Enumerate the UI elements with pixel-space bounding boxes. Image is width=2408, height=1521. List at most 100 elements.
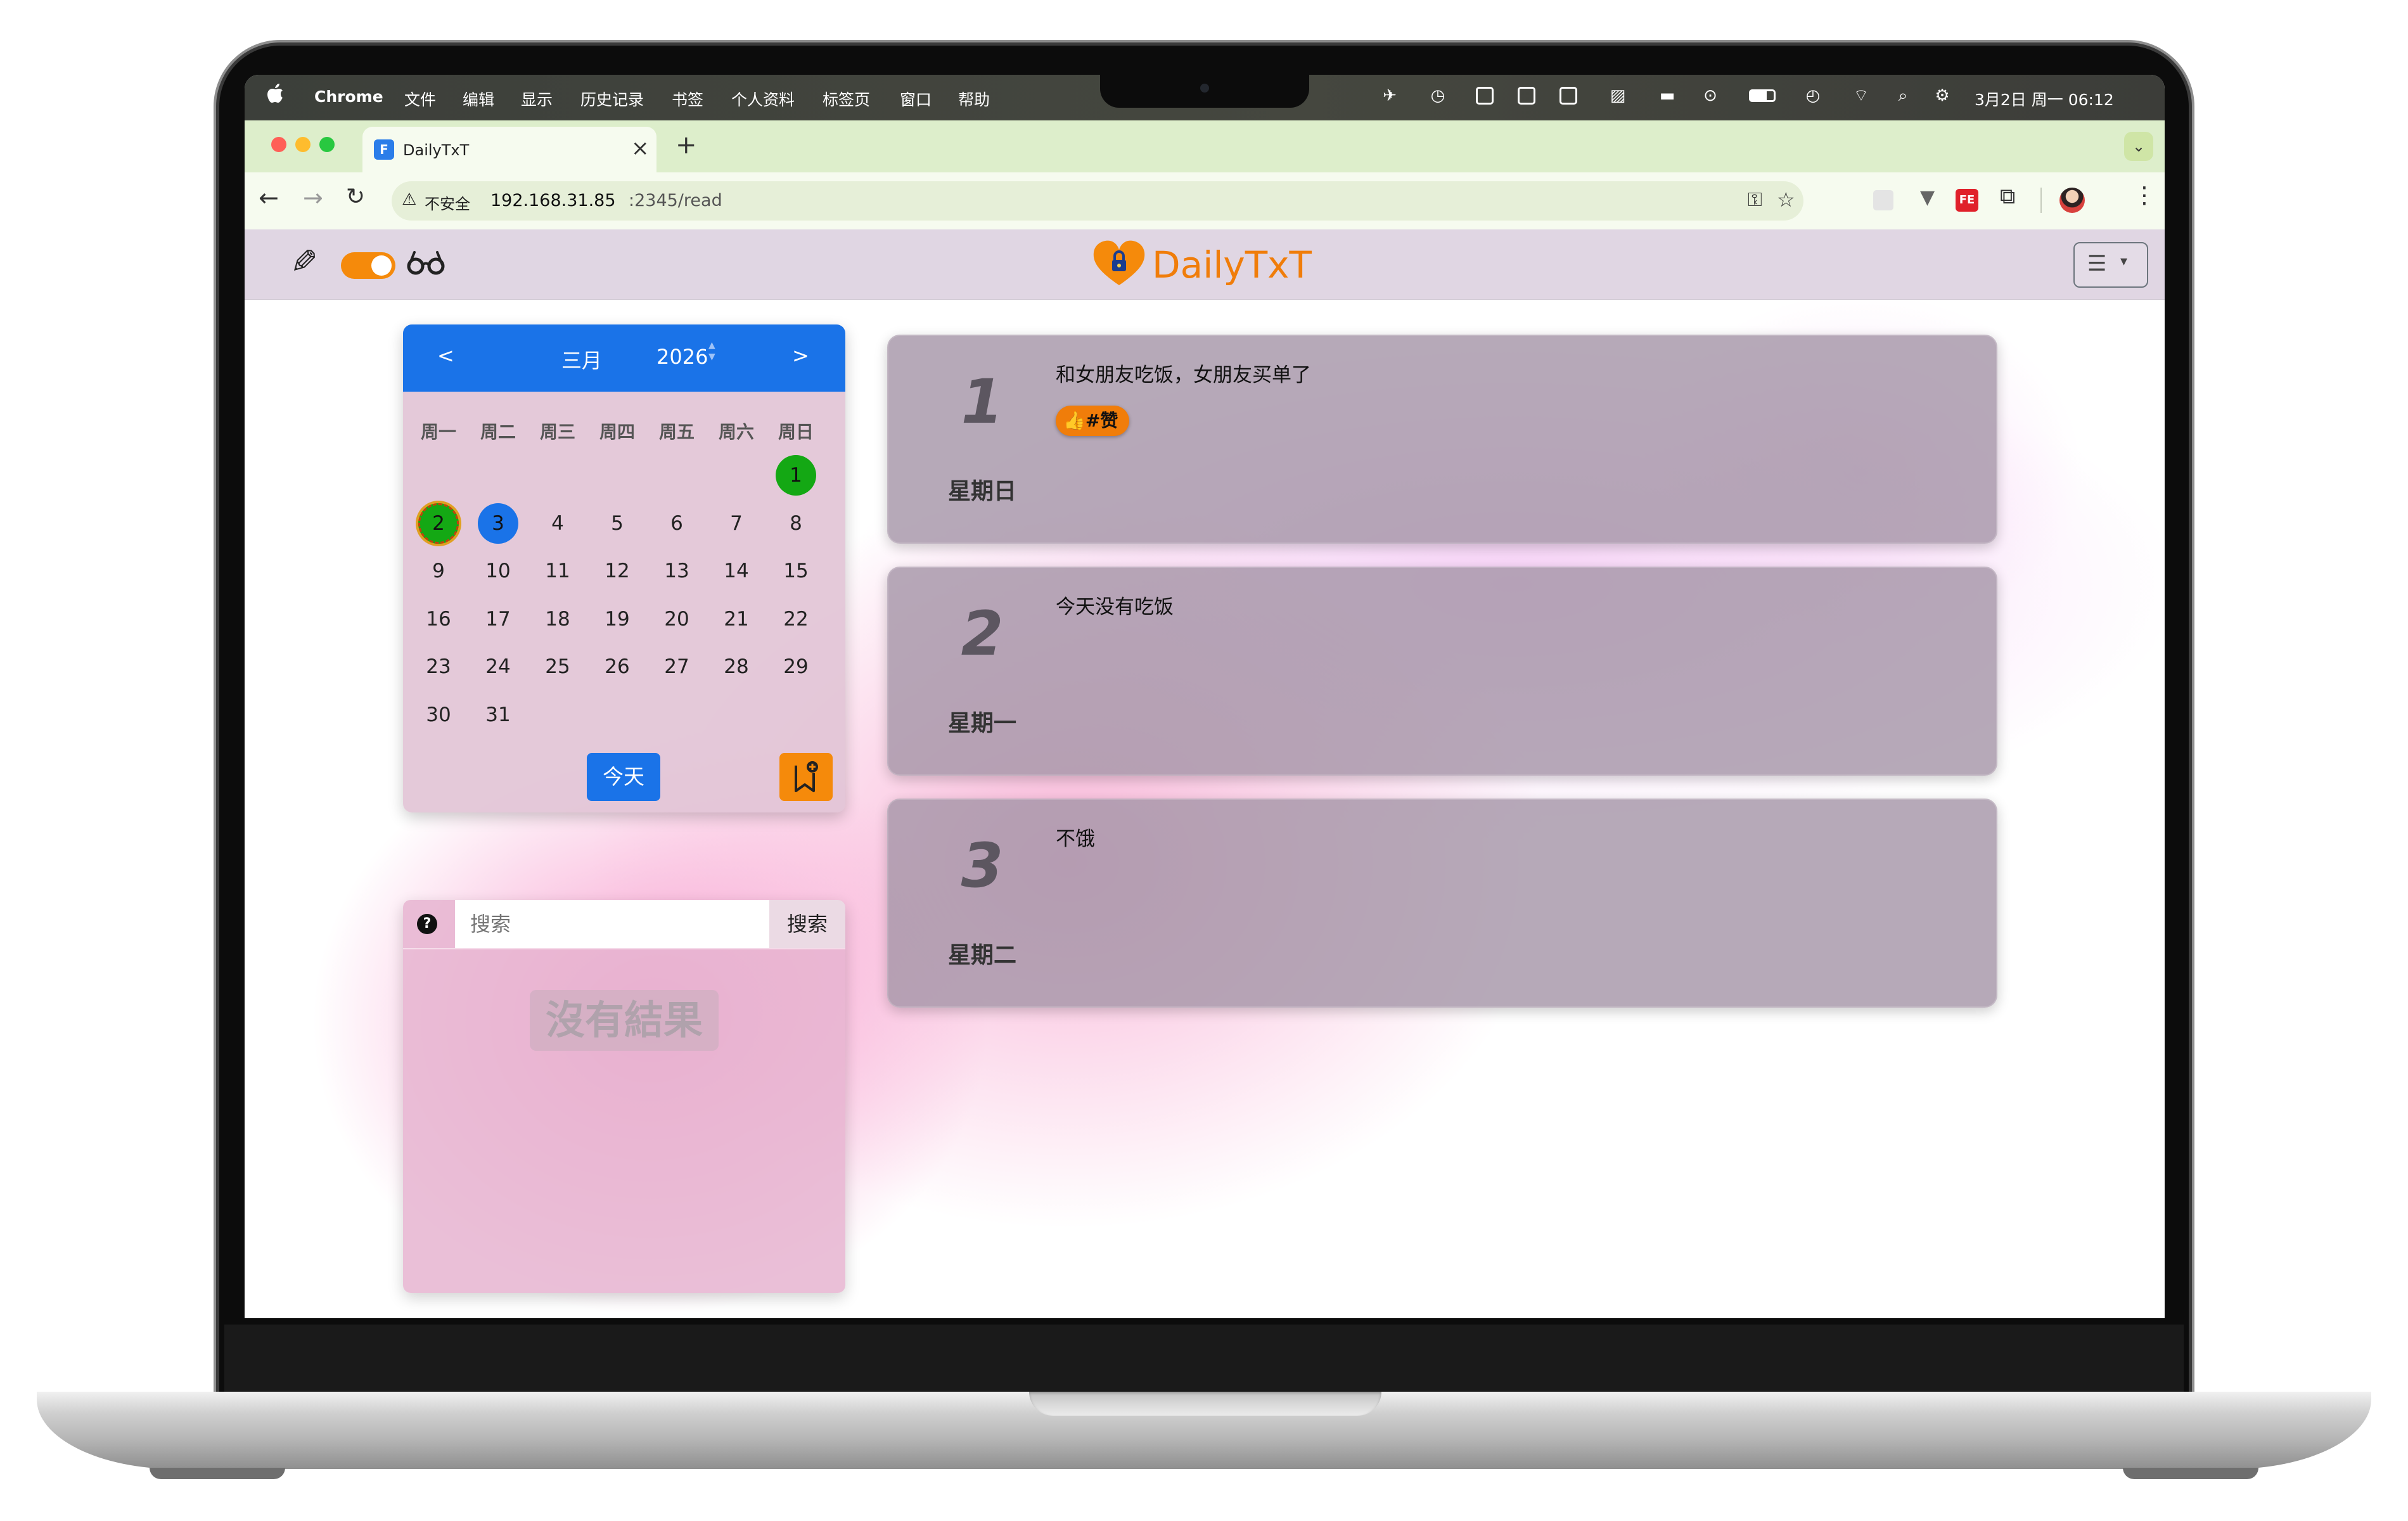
calendar-day[interactable]: 8	[776, 503, 816, 544]
search-help-icon[interactable]: ?	[417, 914, 437, 934]
forward-icon[interactable]: →	[303, 184, 323, 212]
calendar-day[interactable]: 14	[716, 551, 757, 591]
status-clock-icon[interactable]: ◴	[1802, 85, 1824, 106]
status-image-icon[interactable]: ▨	[1607, 85, 1629, 106]
menu-file[interactable]: 文件	[404, 87, 436, 110]
laptop-foot-left	[150, 1468, 285, 1479]
extension-icon[interactable]	[1873, 190, 1893, 210]
calendar-year[interactable]: 2026	[656, 345, 708, 369]
calendar-day[interactable]: 13	[656, 551, 697, 591]
wifi-icon[interactable]: ⌔	[1850, 85, 1872, 106]
extensions-puzzle-icon[interactable]: ⧉	[2000, 184, 2015, 209]
menu-app-name[interactable]: Chrome	[314, 87, 383, 106]
calendar-day[interactable]: 22	[776, 599, 816, 639]
mode-toggle-knob	[371, 255, 392, 276]
status-columns-icon[interactable]	[1558, 85, 1579, 106]
menu-tabs[interactable]: 标签页	[823, 87, 870, 110]
entry-weekday: 星期二	[947, 942, 1016, 968]
address-bar[interactable]: ⚠ 不安全 192.168.31.85 :2345/read ⚿ ☆	[392, 181, 1803, 221]
calendar-day[interactable]: 20	[656, 599, 697, 639]
calendar-day[interactable]: 7	[716, 503, 757, 544]
status-bed-icon[interactable]: ▬	[1656, 85, 1678, 106]
calendar-day[interactable]: 11	[537, 551, 578, 591]
extension-fe-icon[interactable]: FE	[1956, 189, 1978, 212]
mode-toggle[interactable]	[341, 252, 395, 279]
calendar-prev-button[interactable]: <	[437, 343, 454, 368]
calendar-day[interactable]: 5	[597, 503, 637, 544]
apple-icon[interactable]	[267, 84, 284, 108]
year-spinner-icon[interactable]: ▲ ▼	[708, 340, 715, 363]
calendar-day[interactable]: 9	[418, 551, 459, 591]
calendar-day[interactable]: 27	[656, 646, 697, 687]
entry-tag-label: #赞	[1085, 410, 1118, 431]
window-zoom-icon[interactable]	[319, 137, 335, 152]
menu-bookmarks[interactable]: 书签	[672, 87, 703, 110]
calendar-day[interactable]: 30	[418, 695, 459, 735]
today-button[interactable]: 今天	[587, 753, 660, 801]
menubar-datetime[interactable]: 3月2日 周一 06:12	[1975, 87, 2114, 110]
calendar-day[interactable]: 15	[776, 551, 816, 591]
spotlight-icon[interactable]: ⌕	[1892, 85, 1914, 106]
status-play-icon[interactable]: ⊙	[1700, 85, 1721, 106]
bookmark-add-button[interactable]	[779, 753, 833, 801]
calendar-day[interactable]: 6	[656, 503, 697, 544]
security-label[interactable]: 不安全	[425, 191, 470, 214]
password-key-icon[interactable]: ⚿	[1748, 189, 1762, 211]
back-icon[interactable]: ←	[259, 184, 279, 212]
calendar-day[interactable]: 4	[537, 503, 578, 544]
menu-window[interactable]: 窗口	[900, 87, 932, 110]
calendar-day[interactable]: 26	[597, 646, 637, 687]
new-tab-button[interactable]: +	[676, 131, 697, 160]
calendar-day[interactable]: 2	[418, 503, 459, 544]
write-pencil-icon[interactable]: ✎	[290, 243, 318, 281]
control-center-icon[interactable]: ⚙	[1926, 85, 1958, 106]
status-bird-icon[interactable]: ✈	[1379, 85, 1400, 106]
menu-history[interactable]: 历史记录	[580, 87, 644, 110]
calendar-day[interactable]: 16	[418, 599, 459, 639]
menu-view[interactable]: 显示	[521, 87, 553, 110]
no-results-label: 沒有結果	[530, 990, 719, 1051]
search-button[interactable]: 搜索	[769, 900, 845, 948]
menu-edit[interactable]: 编辑	[463, 87, 494, 110]
calendar-day[interactable]: 18	[537, 599, 578, 639]
status-dict-icon[interactable]	[1474, 85, 1495, 106]
entry-card[interactable]: 3 星期二 不饿	[887, 799, 1997, 1008]
calendar-day[interactable]: 3	[478, 503, 518, 544]
window-close-icon[interactable]	[271, 137, 286, 152]
entry-card[interactable]: 2 星期一 今天没有吃饭	[887, 567, 1997, 776]
battery-icon[interactable]	[1746, 85, 1778, 106]
reload-icon[interactable]: ↻	[346, 184, 365, 210]
profile-avatar[interactable]	[2059, 188, 2085, 213]
calendar-day[interactable]: 1	[776, 455, 816, 496]
settings-dropdown-button[interactable]: ☰ ▾	[2073, 242, 2148, 288]
extension-vue-icon[interactable]: ▼	[1920, 186, 1935, 209]
entry-card[interactable]: 1 星期日 和女朋友吃饭，女朋友买单了 👍#赞	[887, 335, 1997, 544]
search-input[interactable]	[455, 900, 769, 948]
calendar-day[interactable]: 17	[478, 599, 518, 639]
chrome-menu-icon[interactable]: ⋮	[2133, 183, 2156, 209]
calendar-day[interactable]: 31	[478, 695, 518, 735]
menu-help[interactable]: 帮助	[958, 87, 990, 110]
calendar-next-button[interactable]: >	[792, 343, 809, 368]
browser-tab[interactable]: F DailyTxT ×	[362, 127, 656, 172]
tab-search-chevron-icon[interactable]: ⌄	[2124, 132, 2153, 161]
tab-close-icon[interactable]: ×	[631, 136, 650, 161]
entry-tag-badge[interactable]: 👍#赞	[1056, 406, 1130, 436]
status-app-icon[interactable]	[1516, 85, 1537, 106]
calendar-day[interactable]: 28	[716, 646, 757, 687]
window-minimize-icon[interactable]	[295, 137, 311, 152]
bookmark-star-icon[interactable]: ☆	[1777, 188, 1795, 212]
calendar-day[interactable]: 25	[537, 646, 578, 687]
calendar-day[interactable]: 29	[776, 646, 816, 687]
calendar-day[interactable]: 19	[597, 599, 637, 639]
status-timer-icon[interactable]: ◷	[1427, 85, 1449, 106]
calendar-day[interactable]: 10	[478, 551, 518, 591]
brand-title[interactable]: DailyTxT	[1152, 243, 1312, 286]
calendar-month[interactable]: 三月	[561, 345, 602, 374]
calendar-day[interactable]: 24	[478, 646, 518, 687]
calendar-day[interactable]: 12	[597, 551, 637, 591]
menu-profiles[interactable]: 个人资料	[731, 87, 795, 110]
calendar-day[interactable]: 23	[418, 646, 459, 687]
read-glasses-icon[interactable]	[407, 248, 445, 276]
calendar-day[interactable]: 21	[716, 599, 757, 639]
